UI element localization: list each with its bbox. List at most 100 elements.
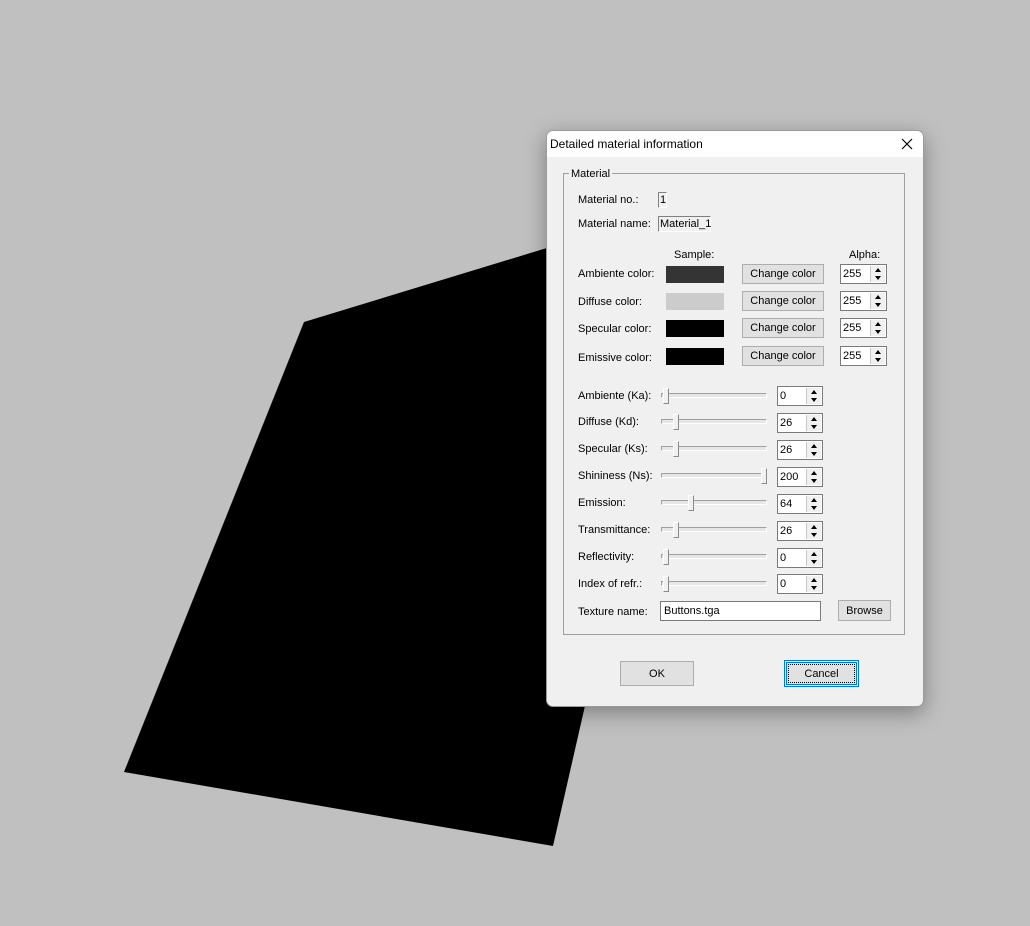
- close-icon[interactable]: [897, 134, 917, 154]
- emissive-change-color-button[interactable]: Change color: [742, 346, 824, 366]
- sample-header: Sample:: [674, 249, 715, 261]
- slider-thumb[interactable]: [663, 549, 669, 565]
- diffuse-kd-spinner[interactable]: 26: [777, 413, 823, 433]
- specular-color-label: Specular color:: [578, 323, 652, 335]
- slider-thumb[interactable]: [761, 468, 767, 484]
- shininess-ns-spinner[interactable]: 200: [777, 467, 823, 487]
- transmittance-value: 26: [780, 525, 793, 537]
- spin-up-icon[interactable]: [871, 320, 885, 328]
- shininess-ns-slider[interactable]: [661, 468, 767, 484]
- ambiente-change-color-button[interactable]: Change color: [742, 264, 824, 284]
- spin-up-icon[interactable]: [807, 442, 821, 450]
- emission-value: 64: [780, 498, 793, 510]
- slider-thumb[interactable]: [673, 522, 679, 538]
- spin-up-icon[interactable]: [871, 266, 885, 274]
- spin-arrows: [806, 523, 821, 539]
- spin-up-icon[interactable]: [807, 469, 821, 477]
- spin-arrows: [806, 496, 821, 512]
- slider-thumb[interactable]: [673, 441, 679, 457]
- spin-arrows: [870, 348, 885, 364]
- material-name-field: Material_1: [658, 216, 712, 232]
- texture-name-input[interactable]: Buttons.tga: [660, 601, 821, 621]
- group-label: Material: [569, 168, 613, 180]
- transmittance-slider[interactable]: [661, 522, 767, 538]
- ok-button[interactable]: OK: [620, 661, 694, 686]
- emissive-color-label: Emissive color:: [578, 352, 652, 364]
- specular-ks-label: Specular (Ks):: [578, 443, 648, 455]
- material-no-field: 1: [658, 192, 667, 208]
- browse-button[interactable]: Browse: [838, 600, 891, 621]
- spin-up-icon[interactable]: [871, 293, 885, 301]
- title-bar[interactable]: Detailed material information: [547, 131, 923, 157]
- spin-arrows: [806, 576, 821, 592]
- reflectivity-value: 0: [780, 552, 787, 564]
- emission-label: Emission:: [578, 497, 626, 509]
- spin-down-icon[interactable]: [807, 531, 821, 539]
- shininess-ns-label: Shininess (Ns):: [578, 470, 653, 482]
- ambiente-ka-spinner[interactable]: 0: [777, 386, 823, 406]
- slider-thumb[interactable]: [673, 414, 679, 430]
- emission-slider[interactable]: [661, 495, 767, 511]
- spin-down-icon[interactable]: [807, 504, 821, 512]
- shininess-ns-value: 200: [780, 471, 799, 483]
- spin-up-icon[interactable]: [807, 523, 821, 531]
- index-of-refraction-slider[interactable]: [661, 576, 767, 592]
- spin-down-icon[interactable]: [807, 558, 821, 566]
- spin-arrows: [806, 442, 821, 458]
- spin-down-icon[interactable]: [807, 584, 821, 592]
- spin-down-icon[interactable]: [871, 301, 885, 309]
- diffuse-alpha-spinner[interactable]: 255: [840, 291, 887, 311]
- slider-thumb[interactable]: [688, 495, 694, 511]
- spin-up-icon[interactable]: [807, 576, 821, 584]
- transmittance-spinner[interactable]: 26: [777, 521, 823, 541]
- spin-down-icon[interactable]: [807, 450, 821, 458]
- spin-up-icon[interactable]: [807, 550, 821, 558]
- texture-name-label: Texture name:: [578, 606, 648, 618]
- spin-up-icon[interactable]: [807, 388, 821, 396]
- emission-spinner[interactable]: 64: [777, 494, 823, 514]
- spin-down-icon[interactable]: [807, 477, 821, 485]
- spin-down-icon[interactable]: [871, 328, 885, 336]
- ambiente-ka-label: Ambiente (Ka):: [578, 390, 652, 402]
- specular-ks-spinner[interactable]: 26: [777, 440, 823, 460]
- spin-arrows: [870, 266, 885, 282]
- spin-down-icon[interactable]: [871, 356, 885, 364]
- transmittance-label: Transmittance:: [578, 524, 651, 536]
- slider-thumb[interactable]: [663, 576, 669, 592]
- spin-down-icon[interactable]: [807, 423, 821, 431]
- material-name-label: Material name:: [578, 218, 651, 230]
- spin-arrows: [870, 320, 885, 336]
- specular-ks-slider[interactable]: [661, 441, 767, 457]
- diffuse-change-color-button[interactable]: Change color: [742, 291, 824, 311]
- material-groupbox: [563, 173, 905, 635]
- diffuse-color-label: Diffuse color:: [578, 296, 642, 308]
- slider-thumb[interactable]: [663, 388, 669, 404]
- specular-alpha-spinner[interactable]: 255: [840, 318, 887, 338]
- diffuse-color-swatch: [666, 293, 724, 310]
- spin-arrows: [806, 550, 821, 566]
- spin-up-icon[interactable]: [871, 348, 885, 356]
- ambiente-color-label: Ambiente color:: [578, 268, 655, 280]
- spin-down-icon[interactable]: [807, 396, 821, 404]
- spin-arrows: [870, 293, 885, 309]
- material-dialog: Detailed material information Material M…: [546, 130, 924, 707]
- emissive-alpha-spinner[interactable]: 255: [840, 346, 887, 366]
- index-of-refraction-value: 0: [780, 578, 787, 590]
- specular-ks-value: 26: [780, 444, 793, 456]
- reflectivity-slider[interactable]: [661, 549, 767, 565]
- spin-up-icon[interactable]: [807, 496, 821, 504]
- index-of-refraction-spinner[interactable]: 0: [777, 574, 823, 594]
- alpha-header: Alpha:: [849, 249, 881, 261]
- diffuse-kd-slider[interactable]: [661, 414, 767, 430]
- spin-arrows: [806, 388, 821, 404]
- cancel-button[interactable]: Cancel: [786, 662, 857, 685]
- specular-color-swatch: [666, 320, 724, 337]
- spin-up-icon[interactable]: [807, 415, 821, 423]
- rendered-object: [124, 244, 600, 846]
- diffuse-alpha-value: 255: [843, 295, 862, 307]
- ambiente-alpha-spinner[interactable]: 255: [840, 264, 887, 284]
- spin-down-icon[interactable]: [871, 274, 885, 282]
- specular-change-color-button[interactable]: Change color: [742, 318, 824, 338]
- reflectivity-spinner[interactable]: 0: [777, 548, 823, 568]
- ambiente-ka-slider[interactable]: [661, 388, 767, 404]
